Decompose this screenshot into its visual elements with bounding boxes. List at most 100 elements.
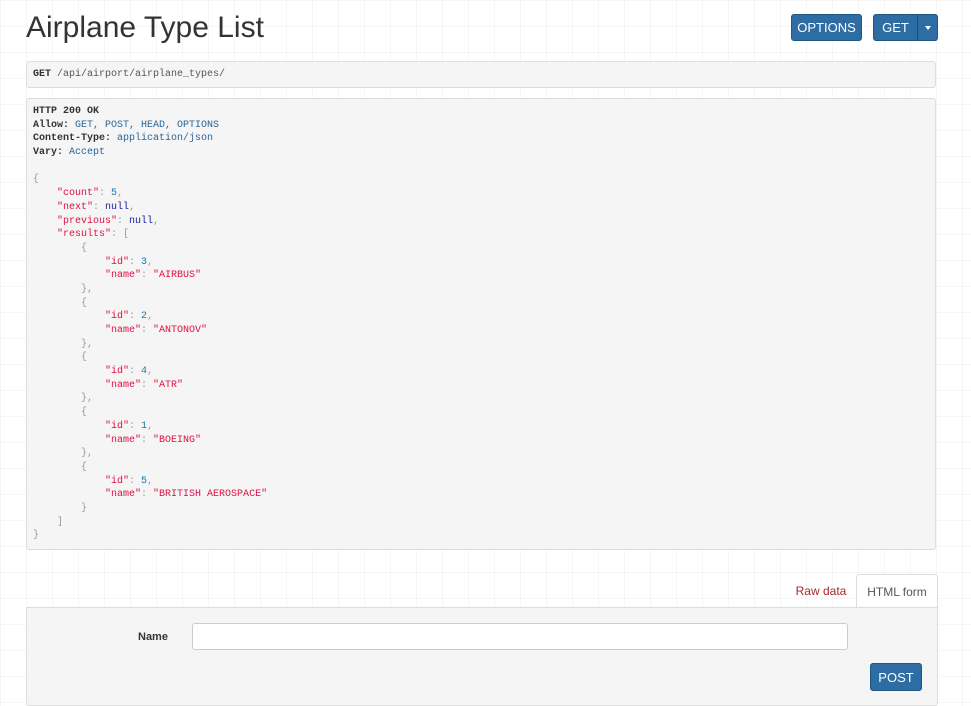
json-line: ] <box>33 516 929 530</box>
json-line: "results": [ <box>33 228 929 242</box>
json-line: { <box>33 297 929 311</box>
json-punctuation: : <box>141 270 154 282</box>
json-punctuation: , <box>147 366 154 378</box>
response-header: Content-Type: application/json <box>33 132 929 146</box>
json-punctuation: : <box>129 256 142 268</box>
request-method: GET <box>33 69 52 80</box>
response-info: HTTP 200 OK Allow: GET, POST, HEAD, OPTI… <box>26 98 936 550</box>
json-punctuation: : <box>129 311 142 323</box>
json-string: "BRITISH AEROSPACE" <box>153 489 268 501</box>
json-punctuation: ] <box>57 516 64 528</box>
json-line: }, <box>33 283 929 297</box>
name-input[interactable] <box>192 623 848 650</box>
name-label: Name <box>138 631 168 643</box>
caret-down-icon <box>924 25 931 30</box>
json-punctuation: , <box>147 311 154 323</box>
json-line: "id": 5, <box>33 475 929 489</box>
json-punctuation: { <box>81 461 88 473</box>
json-key: "name" <box>105 325 142 336</box>
json-line: { <box>33 242 929 256</box>
json-punctuation: : <box>141 489 154 501</box>
json-string: "ANTONOV" <box>153 325 208 336</box>
json-punctuation: : <box>141 325 154 336</box>
json-punctuation: : [ <box>111 229 130 241</box>
request-info: GET /api/airport/airplane_types/ <box>26 61 936 88</box>
json-punctuation: }, <box>81 283 94 295</box>
response-status: HTTP 200 OK <box>33 106 100 117</box>
json-line: { <box>33 351 929 365</box>
json-punctuation: , <box>147 420 154 432</box>
json-punctuation: : <box>93 201 106 213</box>
json-punctuation: { <box>81 352 88 364</box>
json-punctuation: , <box>147 475 154 487</box>
response-header-name: Allow: <box>33 119 70 131</box>
json-punctuation: }, <box>81 338 94 350</box>
json-line: "id": 4, <box>33 365 929 379</box>
json-key: "id" <box>105 311 130 323</box>
tab-raw-data[interactable]: Raw data <box>786 574 856 607</box>
json-line: { <box>33 173 929 187</box>
json-punctuation: : <box>129 475 142 487</box>
json-key: "id" <box>105 475 130 487</box>
json-line: "previous": null, <box>33 215 929 229</box>
page-title: Airplane Type List <box>26 11 264 44</box>
json-key: "id" <box>105 366 130 378</box>
response-header-name: Content-Type: <box>33 133 112 145</box>
json-string: "ATR" <box>153 379 184 391</box>
json-line: }, <box>33 447 929 461</box>
json-line: }, <box>33 338 929 352</box>
json-key: "id" <box>105 420 130 432</box>
json-punctuation: : <box>141 379 154 391</box>
response-header-value: Accept <box>69 147 106 159</box>
response-header-value: application/json <box>117 133 214 145</box>
json-line: "name": "ATR" <box>33 379 929 393</box>
json-string: "AIRBUS" <box>153 270 202 282</box>
response-body: { "count": 5, "next": null, "previous": … <box>33 173 929 543</box>
json-punctuation: : <box>99 188 112 200</box>
json-line: "id": 2, <box>33 310 929 324</box>
json-line: "id": 3, <box>33 256 929 270</box>
post-button[interactable]: POST <box>870 663 922 691</box>
json-line: "name": "ANTONOV" <box>33 324 929 338</box>
json-line: { <box>33 461 929 475</box>
json-punctuation: : <box>141 434 154 446</box>
json-line: } <box>33 529 929 543</box>
json-key: "name" <box>105 270 142 282</box>
response-header: Vary: Accept <box>33 146 929 160</box>
json-key: "name" <box>105 379 142 391</box>
json-punctuation: , <box>117 188 124 200</box>
get-format-dropdown-button[interactable] <box>917 14 938 41</box>
response-header: Allow: GET, POST, HEAD, OPTIONS <box>33 119 929 133</box>
json-key: "id" <box>105 256 130 268</box>
json-null: null <box>129 215 154 227</box>
json-punctuation: { <box>81 297 88 309</box>
tab-html-form[interactable]: HTML form <box>856 574 938 608</box>
json-line: "name": "AIRBUS" <box>33 269 929 283</box>
json-null: null <box>105 201 130 213</box>
json-string: "BOEING" <box>153 434 202 446</box>
json-line: "name": "BRITISH AEROSPACE" <box>33 488 929 502</box>
options-button[interactable]: OPTIONS <box>791 14 862 41</box>
json-key: "previous" <box>57 215 118 227</box>
json-punctuation: , <box>129 201 136 213</box>
json-line: { <box>33 406 929 420</box>
response-header-name: Vary: <box>33 147 64 159</box>
json-punctuation: { <box>81 407 88 419</box>
json-line: } <box>33 502 929 516</box>
json-punctuation: : <box>117 215 130 227</box>
json-punctuation: { <box>81 242 88 254</box>
json-punctuation: : <box>129 366 142 378</box>
get-button[interactable]: GET <box>873 14 918 41</box>
json-key: "results" <box>57 229 112 241</box>
json-punctuation: } <box>33 530 40 542</box>
json-line: "id": 1, <box>33 420 929 434</box>
json-punctuation: { <box>33 174 40 186</box>
json-key: "next" <box>57 201 94 213</box>
json-line: }, <box>33 392 929 406</box>
json-line: "next": null, <box>33 201 929 215</box>
request-url: /api/airport/airplane_types/ <box>57 69 226 80</box>
json-line: "count": 5, <box>33 187 929 201</box>
html-form-panel: Name POST <box>26 607 938 706</box>
json-line: "name": "BOEING" <box>33 434 929 448</box>
json-punctuation: : <box>129 420 142 432</box>
